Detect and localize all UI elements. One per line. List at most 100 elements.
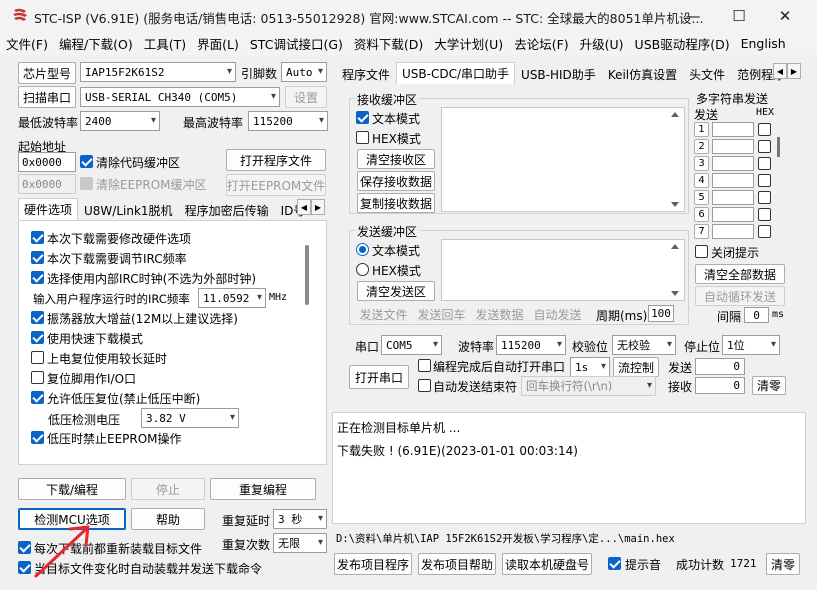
send-scrollbar[interactable]: [669, 244, 681, 296]
tab-encrypted-transfer[interactable]: 程序加密后传输: [179, 201, 275, 220]
menu-forum[interactable]: 去论坛(F): [514, 34, 568, 53]
multi-string-input[interactable]: [712, 190, 754, 205]
receive-scrollbar[interactable]: [669, 112, 681, 207]
multi-string-input[interactable]: [712, 173, 754, 188]
send-file-button[interactable]: 发送文件: [356, 305, 411, 323]
multi-hex-checkbox[interactable]: [758, 225, 771, 238]
period-input[interactable]: 100: [648, 305, 674, 322]
multi-hex-checkbox[interactable]: [758, 191, 771, 204]
close-hint-checkbox[interactable]: [695, 245, 708, 258]
interval-input[interactable]: 0: [744, 307, 769, 323]
menu-upgrade[interactable]: 升级(U): [580, 34, 624, 53]
scroll-right-icon[interactable]: ▶: [787, 63, 801, 79]
tab-hardware-options[interactable]: 硬件选项: [18, 198, 79, 220]
tab-header-file[interactable]: 头文件: [683, 65, 731, 84]
parity-select[interactable]: 无校验 ▾: [612, 335, 676, 355]
copy-receive-button[interactable]: 复制接收数据: [357, 193, 435, 213]
multi-string-input[interactable]: [712, 224, 754, 239]
newline-select[interactable]: 回车换行符(\r\n) ▾: [521, 376, 656, 396]
hw-option-checkbox[interactable]: [31, 331, 44, 344]
chip-model-button[interactable]: 芯片型号: [18, 62, 76, 84]
menu-program[interactable]: 编程/下载(O): [59, 34, 133, 53]
hw-option-checkbox[interactable]: [31, 431, 44, 444]
save-receive-button[interactable]: 保存接收数据: [357, 171, 435, 191]
hw-option-checkbox[interactable]: [31, 251, 44, 264]
max-baud-select[interactable]: 115200 ▾: [248, 111, 328, 131]
stop-bits-select[interactable]: 1位 ▾: [722, 335, 780, 355]
hw-option-checkbox[interactable]: [31, 271, 44, 284]
menu-tools[interactable]: 工具(T): [144, 34, 186, 53]
multi-send-button[interactable]: 6: [694, 207, 709, 222]
auto-send-button[interactable]: 自动发送: [530, 305, 585, 323]
eeprom-address-input[interactable]: 0x0000: [18, 174, 76, 194]
tab-usb-hid[interactable]: USB-HID助手: [515, 65, 602, 84]
auto-cycle-send-button[interactable]: 自动循环发送: [695, 286, 785, 306]
scan-port-button[interactable]: 扫描串口: [18, 86, 76, 108]
open-program-button[interactable]: 打开程序文件: [226, 149, 326, 171]
multi-send-button[interactable]: 1: [694, 122, 709, 137]
send-enter-button[interactable]: 发送回车: [414, 305, 469, 323]
hw-option-checkbox[interactable]: [31, 371, 44, 384]
clear-eeprom-checkbox[interactable]: [80, 177, 93, 190]
tab-keil-debug[interactable]: Keil仿真设置: [602, 65, 683, 84]
repeat-program-button[interactable]: 重复编程: [210, 478, 316, 500]
clear-receive-button[interactable]: 清空接收区: [357, 149, 435, 169]
auto-send-end-checkbox[interactable]: [418, 379, 431, 392]
send-hex-mode-radio[interactable]: [356, 263, 369, 276]
code-address-input[interactable]: 0x0000: [18, 152, 76, 172]
hw-option-checkbox[interactable]: [31, 351, 44, 364]
left-tab-scroll[interactable]: ◀ ▶: [297, 199, 325, 215]
recv-text-mode-checkbox[interactable]: [356, 111, 369, 124]
chip-model-select[interactable]: IAP15F2K61S2 ▾: [80, 62, 236, 82]
repeat-delay-select[interactable]: 3 秒 ▾: [273, 509, 327, 529]
log-output[interactable]: 正在检测目标单片机 ... 下载失败 ! (6.91E)(2023-01-01 …: [332, 412, 806, 524]
menu-usb-driver[interactable]: USB驱动程序(D): [635, 34, 730, 53]
multi-send-button[interactable]: 5: [694, 190, 709, 205]
send-textarea[interactable]: [441, 239, 685, 301]
lvd-voltage-select[interactable]: 3.82 V ▾: [141, 408, 239, 428]
open-port-button[interactable]: 打开串口: [349, 365, 409, 389]
multi-string-input[interactable]: [712, 139, 754, 154]
baud-rate-select[interactable]: 115200 ▾: [496, 335, 566, 355]
multi-string-input[interactable]: [712, 207, 754, 222]
menu-interface[interactable]: 界面(L): [197, 34, 239, 53]
scroll-left-icon[interactable]: ◀: [773, 63, 787, 79]
multi-send-button[interactable]: 2: [694, 139, 709, 154]
stop-button[interactable]: 停止: [131, 478, 205, 500]
send-text-mode-radio[interactable]: [356, 243, 369, 256]
menu-docs[interactable]: 资料下载(D): [354, 34, 423, 53]
open-eeprom-button[interactable]: 打开EEPROM文件: [226, 174, 326, 196]
read-disk-id-button[interactable]: 读取本机硬盘号: [502, 553, 592, 575]
multi-send-button[interactable]: 7: [694, 224, 709, 239]
hw-option-checkbox[interactable]: [31, 231, 44, 244]
clear-send-button[interactable]: 清空发送区: [357, 281, 435, 301]
hw-option-checkbox[interactable]: [31, 311, 44, 324]
clear-success-button[interactable]: 清零: [766, 553, 800, 575]
multi-hex-checkbox[interactable]: [758, 208, 771, 221]
auto-open-port-checkbox[interactable]: [418, 359, 431, 372]
flow-control-button[interactable]: 流控制: [613, 357, 659, 377]
multi-string-scrollbar[interactable]: [777, 137, 780, 157]
pin-count-select[interactable]: Auto ▾: [281, 62, 327, 82]
clear-counter-button[interactable]: 清零: [752, 376, 786, 395]
menu-file[interactable]: 文件(F): [6, 34, 48, 53]
beep-checkbox[interactable]: [608, 557, 621, 570]
multi-hex-checkbox[interactable]: [758, 157, 771, 170]
minimize-button[interactable]: —: [670, 2, 716, 30]
maximize-button[interactable]: ☐: [716, 2, 762, 30]
menu-university[interactable]: 大学计划(U): [434, 34, 503, 53]
menu-debug[interactable]: STC调试接口(G): [250, 34, 343, 53]
publish-program-button[interactable]: 发布项目程序: [334, 553, 412, 575]
port-select[interactable]: USB-SERIAL CH340 (COM5) ▾: [80, 87, 280, 107]
multi-hex-checkbox[interactable]: [758, 123, 771, 136]
multi-hex-checkbox[interactable]: [758, 174, 771, 187]
hw-option-checkbox[interactable]: [31, 391, 44, 404]
multi-string-input[interactable]: [712, 122, 754, 137]
clear-code-checkbox[interactable]: [80, 155, 93, 168]
recv-hex-mode-checkbox[interactable]: [356, 131, 369, 144]
multi-hex-checkbox[interactable]: [758, 140, 771, 153]
repeat-count-select[interactable]: 无限 ▾: [273, 533, 327, 553]
download-program-button[interactable]: 下载/编程: [18, 478, 126, 500]
scroll-right-icon[interactable]: ▶: [311, 199, 325, 215]
close-button[interactable]: ✕: [762, 2, 808, 30]
